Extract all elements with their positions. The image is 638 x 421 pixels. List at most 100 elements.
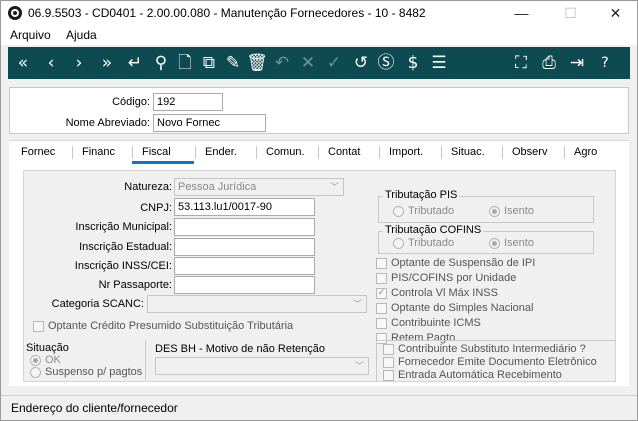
optante-credito-label: Optante Crédito Presumido Substituição T…: [48, 320, 294, 332]
simples-nacional-checkbox[interactable]: [376, 303, 387, 314]
cnpj-field[interactable]: 53.113.lu1/0017-90: [174, 198, 315, 216]
tab-comun[interactable]: Comun.: [266, 146, 305, 158]
tab-ender[interactable]: Ender.: [205, 146, 237, 158]
copy-document-icon[interactable]: ⧉: [198, 51, 220, 75]
tributacao-pis-group: Tributação PIS Tributado Isento: [378, 189, 594, 223]
situacao-suspenso-radio[interactable]: [30, 367, 41, 378]
pis-isento-radio[interactable]: [489, 206, 500, 217]
window-title: 06.9.5503 - CD0401 - 2.00.00.080 - Manut…: [28, 6, 426, 20]
next-icon[interactable]: ›: [68, 51, 90, 75]
menu-ajuda[interactable]: Ajuda: [66, 28, 97, 42]
pis-cofins-unidade-label: PIS/COFINS por Unidade: [391, 272, 517, 284]
situacao-ok-radio[interactable]: [30, 355, 41, 366]
edit-icon[interactable]: ✎: [222, 51, 244, 75]
controla-inss-checkbox[interactable]: ✓: [376, 288, 387, 299]
chevron-down-icon: ﹀: [329, 183, 339, 193]
tab-contat[interactable]: Contat: [328, 146, 360, 158]
cofins-isento-label: Isento: [504, 237, 534, 249]
inscricao-inss-field[interactable]: [174, 257, 315, 275]
emite-documento-checkbox[interactable]: [383, 357, 394, 368]
sitemap-icon[interactable]: ⛶: [510, 51, 532, 75]
currency-icon[interactable]: Ⓢ: [375, 51, 397, 75]
inscricao-municipal-field[interactable]: [174, 218, 315, 236]
main-window: 06.9.5503 - CD0401 - 2.00.00.080 - Manut…: [0, 0, 638, 421]
natureza-value: Pessoa Jurídica: [178, 181, 257, 193]
print-icon[interactable]: ⎙: [538, 51, 560, 75]
dollar-icon[interactable]: $: [402, 51, 424, 75]
minimize-button[interactable]: —: [499, 1, 544, 25]
header-panel: Código: 192 Nome Abreviado: Novo Fornec: [9, 87, 629, 134]
list-icon[interactable]: ☰: [428, 51, 450, 75]
tab-fornec[interactable]: Fornec: [21, 146, 55, 158]
cancel-icon[interactable]: ✕: [297, 51, 319, 75]
undo-icon[interactable]: ↶: [271, 51, 293, 75]
contribuinte-icms-label: Contribuinte ICMS: [391, 317, 481, 329]
confirm-icon[interactable]: ✓: [323, 51, 345, 75]
contribuinte-substituto-checkbox[interactable]: [383, 344, 394, 355]
pis-tributado-label: Tributado: [408, 205, 455, 217]
natureza-select[interactable]: Pessoa Jurídica ﹀: [174, 178, 344, 196]
tributacao-pis-title: Tributação PIS: [383, 189, 460, 201]
cofins-tributado-radio[interactable]: [393, 238, 404, 249]
inscricao-municipal-label: Inscrição Municipal:: [75, 221, 172, 233]
nome-abreviado-label: Nome Abreviado:: [65, 117, 150, 129]
tab-agro[interactable]: Agro: [574, 146, 597, 158]
passaporte-label: Nr Passaporte:: [98, 279, 172, 291]
search-icon[interactable]: ⚲: [150, 51, 172, 75]
entrada-automatica-checkbox[interactable]: [383, 370, 394, 381]
tab-separator: [318, 146, 319, 159]
situacao-title: Situação: [26, 342, 69, 354]
chevron-down-icon: ﹀: [352, 300, 362, 310]
inscricao-inss-label: Inscrição INSS/CEI:: [74, 260, 172, 272]
suspensao-ipi-label: Optante de Suspensão de IPI: [391, 257, 536, 269]
contribuinte-icms-checkbox[interactable]: [376, 318, 387, 329]
contribuinte-substituto-label: Contribuinte Substituto Intermediário ?: [398, 343, 586, 355]
menu-arquivo[interactable]: Arquivo: [10, 28, 51, 42]
delete-icon[interactable]: 🗑: [246, 51, 268, 75]
inscricao-estadual-field[interactable]: [174, 238, 315, 256]
fiscal-panel: Natureza: Pessoa Jurídica ﹀ CNPJ: 53.113…: [23, 170, 616, 382]
natureza-label: Natureza:: [124, 181, 172, 193]
categoria-scanc-select[interactable]: ﹀: [147, 295, 367, 313]
tab-separator: [441, 146, 442, 159]
controla-inss-label: Controla Vl Máx INSS: [391, 287, 498, 299]
status-bar: Endereço do cliente/fornecedor: [1, 395, 637, 420]
nome-abreviado-field[interactable]: Novo Fornec: [153, 114, 266, 132]
help-icon[interactable]: ?: [594, 51, 616, 75]
des-bh-select[interactable]: ﹀: [155, 357, 369, 375]
pis-isento-label: Isento: [504, 205, 534, 217]
passaporte-field[interactable]: [174, 276, 315, 294]
enter-icon[interactable]: ↵: [124, 51, 146, 75]
tab-observ[interactable]: Observ: [512, 146, 547, 158]
tab-financ[interactable]: Financ: [82, 146, 115, 158]
suspensao-ipi-checkbox[interactable]: [376, 258, 387, 269]
first-icon[interactable]: «: [12, 51, 34, 75]
des-bh-label: DES BH - Motivo de não Retenção: [155, 343, 325, 355]
close-button[interactable]: ✕: [593, 1, 638, 25]
tab-fiscal[interactable]: Fiscal: [142, 146, 171, 158]
tab-content-fiscal: Natureza: Pessoa Jurídica ﹀ CNPJ: 53.113…: [9, 164, 629, 386]
toolbar: « ‹ › » ↵ ⚲ 🗋 ⧉ ✎ 🗑 ↶ ✕ ✓ ↺ Ⓢ $ ☰ ⛶ ⎙ ⇥ …: [8, 47, 630, 79]
cofins-tributado-label: Tributado: [408, 237, 455, 249]
maximize-button[interactable]: ☐: [548, 1, 593, 25]
history-icon[interactable]: ↺: [350, 51, 372, 75]
pis-tributado-radio[interactable]: [393, 206, 404, 217]
entrada-automatica-label: Entrada Automática Recebimento: [398, 369, 562, 381]
previous-icon[interactable]: ‹: [40, 51, 62, 75]
app-logo-icon: [8, 6, 22, 20]
codigo-field[interactable]: 192: [153, 93, 223, 111]
new-document-icon[interactable]: 🗋: [174, 51, 196, 75]
exit-icon[interactable]: ⇥: [566, 51, 588, 75]
last-icon[interactable]: »: [96, 51, 118, 75]
pis-cofins-unidade-checkbox[interactable]: [376, 273, 387, 284]
tab-separator: [564, 146, 565, 159]
cofins-isento-radio[interactable]: [489, 238, 500, 249]
tab-separator: [195, 146, 196, 159]
tab-separator: [379, 146, 380, 159]
situacao-suspenso-label: Suspenso p/ pagtos: [45, 366, 143, 378]
situacao-ok-label: OK: [45, 354, 61, 366]
tab-import[interactable]: Import.: [389, 146, 423, 158]
tab-separator: [132, 146, 133, 159]
optante-credito-checkbox[interactable]: [33, 321, 44, 332]
tab-situac[interactable]: Situac.: [451, 146, 485, 158]
